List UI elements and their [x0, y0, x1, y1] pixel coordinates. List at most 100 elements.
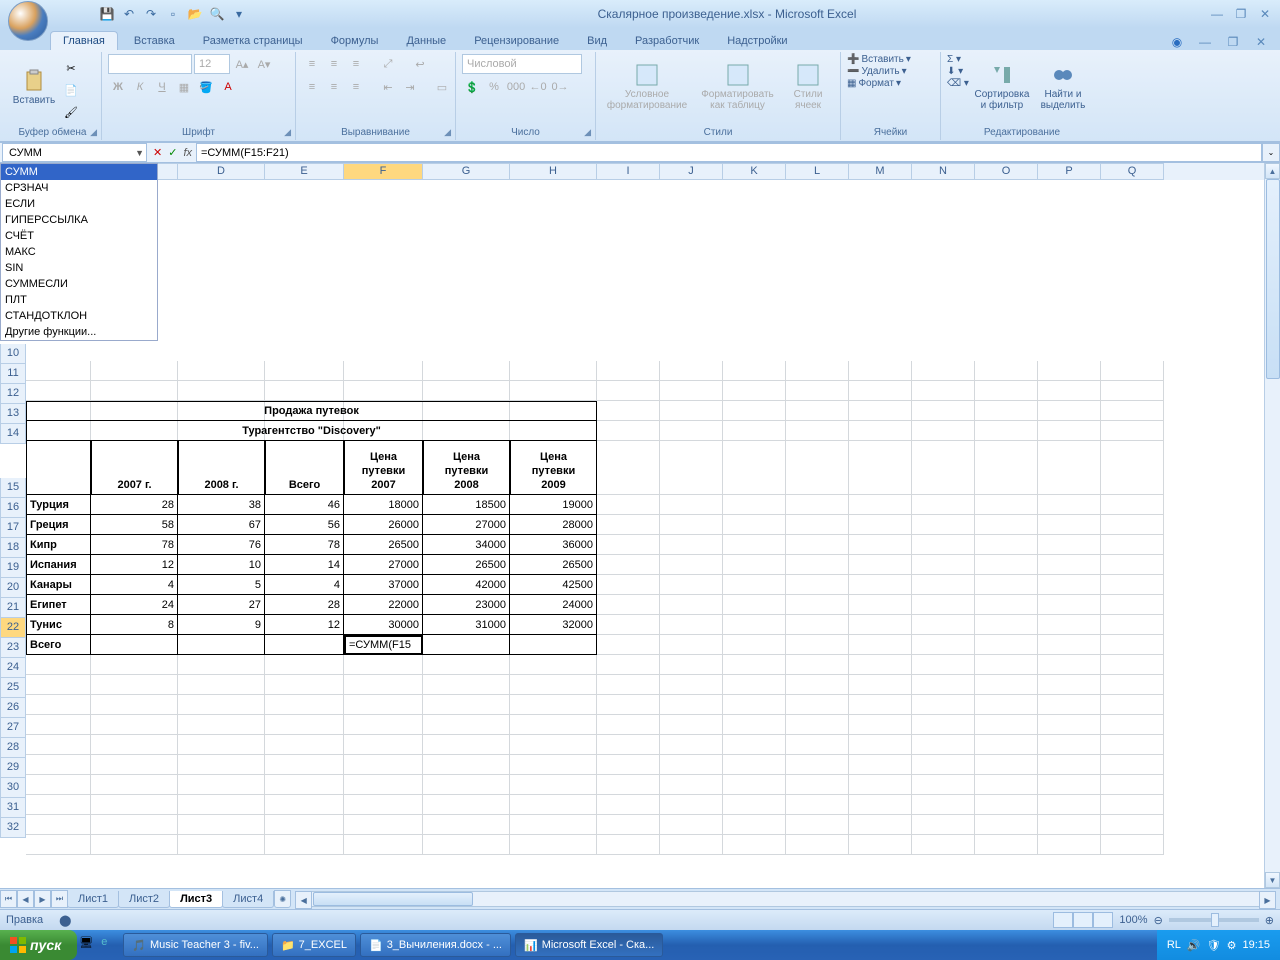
cell-L15[interactable]: [786, 495, 849, 515]
cell-M13[interactable]: [849, 421, 912, 441]
cell-E14[interactable]: Всего: [265, 441, 344, 495]
cell-L32[interactable]: [786, 835, 849, 855]
doc-minimize-button[interactable]: —: [1194, 34, 1216, 50]
cell-L26[interactable]: [786, 715, 849, 735]
sheet-tab-Лист1[interactable]: Лист1: [67, 891, 119, 908]
col-header-I[interactable]: I: [597, 163, 660, 180]
cell-J19[interactable]: [660, 575, 723, 595]
office-button[interactable]: [8, 1, 48, 41]
cell-K25[interactable]: [723, 695, 786, 715]
cell-C23[interactable]: [91, 655, 178, 675]
cell-N11[interactable]: [912, 381, 975, 401]
cell-I23[interactable]: [597, 655, 660, 675]
cell-P26[interactable]: [1038, 715, 1101, 735]
cell-D22[interactable]: [178, 635, 265, 655]
cell-I21[interactable]: [597, 615, 660, 635]
cell-F30[interactable]: [344, 795, 423, 815]
new-sheet-button[interactable]: ✺: [274, 890, 291, 908]
cell-C16[interactable]: 58: [91, 515, 178, 535]
orientation-button[interactable]: ⤢: [378, 54, 398, 74]
cell-P27[interactable]: [1038, 735, 1101, 755]
cell-C24[interactable]: [91, 675, 178, 695]
alignment-launcher-icon[interactable]: ◢: [444, 127, 451, 138]
cell-O12[interactable]: [975, 401, 1038, 421]
cell-M15[interactable]: [849, 495, 912, 515]
cell-I14[interactable]: [597, 441, 660, 495]
func-item[interactable]: СЧЁТ: [1, 228, 157, 244]
cell-K14[interactable]: [723, 441, 786, 495]
cell-E23[interactable]: [265, 655, 344, 675]
tab-last-button[interactable]: ⏭: [51, 890, 68, 908]
cell-K19[interactable]: [723, 575, 786, 595]
cell-O19[interactable]: [975, 575, 1038, 595]
cell-J21[interactable]: [660, 615, 723, 635]
cell-M16[interactable]: [849, 515, 912, 535]
align-top-button[interactable]: ≡: [302, 54, 322, 74]
cell-L30[interactable]: [786, 795, 849, 815]
cell-J22[interactable]: [660, 635, 723, 655]
cell-N19[interactable]: [912, 575, 975, 595]
cell-M20[interactable]: [849, 595, 912, 615]
cell-E25[interactable]: [265, 695, 344, 715]
cell-P16[interactable]: [1038, 515, 1101, 535]
cell-N24[interactable]: [912, 675, 975, 695]
cell-K32[interactable]: [723, 835, 786, 855]
cell-C27[interactable]: [91, 735, 178, 755]
cell-E18[interactable]: 14: [265, 555, 344, 575]
tab-developer[interactable]: Разработчик: [623, 32, 711, 50]
cell-O13[interactable]: [975, 421, 1038, 441]
cell-K16[interactable]: [723, 515, 786, 535]
cell-L24[interactable]: [786, 675, 849, 695]
tab-addins[interactable]: Надстройки: [715, 32, 799, 50]
cell-M19[interactable]: [849, 575, 912, 595]
tab-data[interactable]: Данные: [394, 32, 458, 50]
tray-icon-3[interactable]: ⚙: [1227, 939, 1237, 952]
copy-button[interactable]: 📄: [61, 80, 81, 100]
align-center-button[interactable]: ≡: [324, 77, 344, 97]
cell-E29[interactable]: [265, 775, 344, 795]
cell-D21[interactable]: 9: [178, 615, 265, 635]
cell-M25[interactable]: [849, 695, 912, 715]
cell-G30[interactable]: [423, 795, 510, 815]
cell-N22[interactable]: [912, 635, 975, 655]
cell-B17[interactable]: Кипр: [26, 535, 91, 555]
start-button[interactable]: пуск: [0, 930, 77, 960]
fx-button[interactable]: fx: [183, 147, 192, 159]
row-header-13[interactable]: 13: [0, 404, 26, 424]
row-header-11[interactable]: 11: [0, 364, 26, 384]
paste-button[interactable]: Вставить: [10, 54, 58, 120]
row-header-19[interactable]: 19: [0, 558, 26, 578]
cell-F31[interactable]: [344, 815, 423, 835]
cell-K28[interactable]: [723, 755, 786, 775]
tab-insert[interactable]: Вставка: [122, 32, 187, 50]
clear-button[interactable]: ⌫ ▾: [947, 78, 969, 89]
vscroll-thumb[interactable]: [1266, 179, 1280, 379]
cell-N21[interactable]: [912, 615, 975, 635]
cell-E10[interactable]: [265, 361, 344, 381]
cell-P28[interactable]: [1038, 755, 1101, 775]
cell-J28[interactable]: [660, 755, 723, 775]
save-icon[interactable]: 💾: [98, 5, 116, 23]
fill-color-button[interactable]: 🪣: [196, 77, 216, 97]
cell-N26[interactable]: [912, 715, 975, 735]
cell-G28[interactable]: [423, 755, 510, 775]
cell-C10[interactable]: [91, 361, 178, 381]
currency-button[interactable]: 💲: [462, 77, 482, 97]
cell-F27[interactable]: [344, 735, 423, 755]
cell-F24[interactable]: [344, 675, 423, 695]
cell-D11[interactable]: [178, 381, 265, 401]
cell-H26[interactable]: [510, 715, 597, 735]
borders-button[interactable]: ▦: [174, 77, 194, 97]
row-header-18[interactable]: 18: [0, 538, 26, 558]
row-header-20[interactable]: 20: [0, 578, 26, 598]
vertical-scrollbar[interactable]: ▲ ▼: [1264, 163, 1280, 888]
cell-C17[interactable]: 78: [91, 535, 178, 555]
cell-C26[interactable]: [91, 715, 178, 735]
cell-N31[interactable]: [912, 815, 975, 835]
cell-I12[interactable]: [597, 401, 660, 421]
cell-J13[interactable]: [660, 421, 723, 441]
cell-F25[interactable]: [344, 695, 423, 715]
cell-O27[interactable]: [975, 735, 1038, 755]
indent-dec-button[interactable]: ⇤: [378, 77, 398, 97]
sheet-tab-Лист3[interactable]: Лист3: [169, 891, 223, 908]
